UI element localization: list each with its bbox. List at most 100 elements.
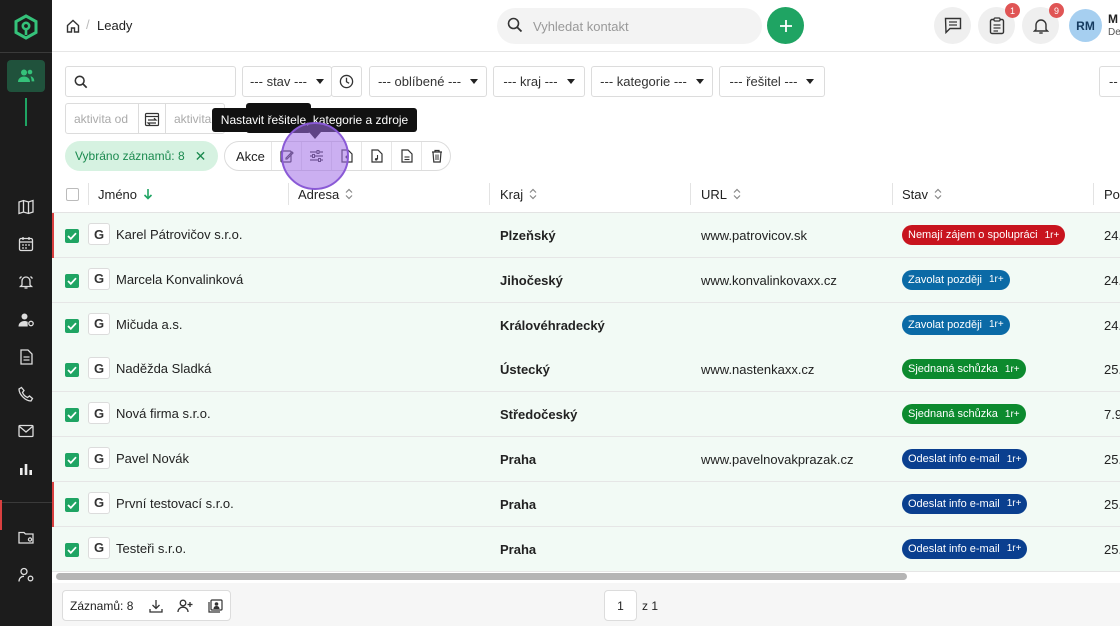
row-name[interactable]: Marcela Konvalinková <box>116 272 243 287</box>
filter-stav[interactable]: --- stav --- <box>242 66 332 97</box>
sort-icon <box>934 188 942 200</box>
row-checkbox[interactable] <box>65 453 79 467</box>
table-row[interactable]: G Karel Pátrovičov s.r.o. Plzeňský www.p… <box>52 213 1120 258</box>
google-icon[interactable]: G <box>88 447 110 469</box>
filter-resitel[interactable]: --- řešitel --- <box>719 66 825 97</box>
row-checkbox[interactable] <box>65 497 79 512</box>
table-row[interactable]: G První testovací s.r.o. Praha Odeslat i… <box>52 481 1120 527</box>
table-row[interactable]: G Nová firma s.r.o. Středočeský Sjednaná… <box>52 392 1120 438</box>
row-kraj: Plzeňský <box>500 228 556 243</box>
row-url[interactable]: www.konvalinkovaxx.cz <box>701 273 837 288</box>
home-icon[interactable] <box>66 19 80 33</box>
filter-kraj[interactable]: --- kraj --- <box>493 66 585 97</box>
sidebar-item-map[interactable] <box>16 197 36 217</box>
table-row[interactable]: G Marcela Konvalinková Jihočeský www.kon… <box>52 257 1120 303</box>
row-checkbox[interactable] <box>65 542 79 557</box>
scrollbar-thumb[interactable] <box>56 573 907 580</box>
table-row[interactable]: G Pavel Novák Praha www.pavelnovakprazak… <box>52 437 1120 482</box>
add-contact-button[interactable] <box>767 7 804 44</box>
records-count: Záznamů: 8 <box>70 599 134 613</box>
table-row[interactable]: G Naděžda Sladká Ústecký www.nastenkaxx.… <box>52 347 1120 393</box>
google-icon[interactable]: G <box>88 312 110 335</box>
row-name[interactable]: Mičuda a.s. <box>116 317 182 332</box>
sidebar-item-alarms[interactable] <box>16 272 36 292</box>
status-badge[interactable]: Odeslat info e-mail 1r+ <box>902 538 1028 559</box>
filter-extra[interactable]: -- <box>1099 66 1120 97</box>
column-name[interactable]: Jméno <box>98 175 153 213</box>
phone-icon <box>18 386 34 402</box>
text-filter[interactable] <box>65 66 236 97</box>
status-badge[interactable]: Odeslat info e-mail 1r+ <box>902 449 1028 469</box>
sidebar-item-contacts[interactable] <box>7 60 45 92</box>
table-row[interactable]: G Testeři s.r.o. Praha Odeslat info e-ma… <box>52 526 1120 572</box>
sidebar-item-admin[interactable] <box>16 565 36 585</box>
date-range-button[interactable] <box>138 103 166 134</box>
row-checkbox[interactable] <box>65 408 79 423</box>
sidebar-item-documents[interactable] <box>16 347 36 367</box>
column-url[interactable]: URL <box>701 175 741 213</box>
row-checkbox[interactable] <box>65 318 79 333</box>
table-row[interactable]: G Mičuda a.s. Královéhradecký Zavolat po… <box>52 302 1120 348</box>
chevron-down-icon <box>566 79 575 84</box>
row-name[interactable]: První testovací s.r.o. <box>116 496 234 511</box>
status-badge[interactable]: Zavolat později 1r+ <box>902 314 1010 335</box>
file-text-icon <box>400 149 413 163</box>
row-checkbox[interactable] <box>65 229 79 243</box>
filter-kategorie[interactable]: --- kategorie --- <box>591 66 713 97</box>
footer-actions: Záznamů: 8 <box>62 590 231 621</box>
messages-button[interactable] <box>934 7 971 44</box>
row-url[interactable]: www.patrovicov.sk <box>701 228 807 243</box>
history-filter-button[interactable] <box>331 66 362 97</box>
export-button[interactable] <box>146 596 166 616</box>
contact-search-input[interactable] <box>533 8 753 44</box>
status-badge[interactable]: Sjednaná schůzka 1r+ <box>902 404 1026 425</box>
column-poz[interactable]: Poz <box>1104 175 1120 213</box>
row-name[interactable]: Nová firma s.r.o. <box>116 406 211 421</box>
status-badge[interactable]: Zavolat později 1r+ <box>902 269 1010 290</box>
column-stav[interactable]: Stav <box>902 175 942 213</box>
column-stav-label: Stav <box>902 186 929 202</box>
bulk-audio-button[interactable] <box>361 142 391 170</box>
row-name[interactable]: Naděžda Sladká <box>116 361 211 376</box>
clear-selection-icon[interactable]: ✕ <box>195 148 207 165</box>
contact-card-button[interactable] <box>205 596 225 616</box>
google-icon[interactable]: G <box>88 536 110 559</box>
sidebar-item-statistics[interactable] <box>16 459 36 479</box>
sidebar-item-user-settings[interactable] <box>16 310 36 330</box>
status-tag: 1r+ <box>1004 408 1020 420</box>
row-checkbox[interactable] <box>65 273 79 288</box>
filter-oblibene[interactable]: --- oblíbené --- <box>369 66 487 97</box>
row-name[interactable]: Karel Pátrovičov s.r.o. <box>116 227 242 242</box>
column-kraj[interactable]: Kraj <box>500 175 537 213</box>
user-avatar[interactable]: RM <box>1069 9 1102 42</box>
row-name[interactable]: Testeři s.r.o. <box>116 541 186 556</box>
sidebar-item-calls[interactable] <box>16 384 36 404</box>
google-icon[interactable]: G <box>88 402 110 425</box>
row-url[interactable]: www.nastenkaxx.cz <box>701 362 814 377</box>
row-checkbox[interactable] <box>65 363 79 378</box>
sidebar-marker <box>0 500 2 530</box>
app-logo-icon[interactable] <box>13 14 39 40</box>
bulk-export-button[interactable] <box>391 142 421 170</box>
status-badge[interactable]: Odeslat info e-mail 1r+ <box>902 493 1028 514</box>
activity-from-input[interactable]: aktivita od <box>65 103 139 134</box>
page-number-input[interactable]: 1 <box>604 590 637 621</box>
row-name[interactable]: Pavel Novák <box>116 451 189 466</box>
status-badge[interactable]: Sjednaná schůzka 1r+ <box>902 359 1026 380</box>
status-badge[interactable]: Nemají zájem o spolupráci 1r+ <box>902 225 1066 245</box>
sidebar-item-email[interactable] <box>16 421 36 441</box>
select-all-checkbox[interactable] <box>66 188 79 201</box>
alarm-bell-icon <box>18 276 34 289</box>
sidebar-item-folders[interactable] <box>16 527 36 547</box>
google-icon[interactable]: G <box>88 267 110 290</box>
sidebar-item-calendar[interactable] <box>16 234 36 254</box>
google-icon[interactable]: G <box>88 491 110 514</box>
add-user-button[interactable] <box>175 596 195 616</box>
google-icon[interactable]: G <box>88 357 110 380</box>
google-icon[interactable]: G <box>88 223 110 245</box>
chevron-down-icon <box>470 79 479 84</box>
row-url[interactable]: www.pavelnovakprazak.cz <box>701 452 853 467</box>
user-cog-icon <box>18 313 34 327</box>
bulk-delete-button[interactable] <box>421 142 451 170</box>
actions-label: Akce <box>236 149 265 164</box>
